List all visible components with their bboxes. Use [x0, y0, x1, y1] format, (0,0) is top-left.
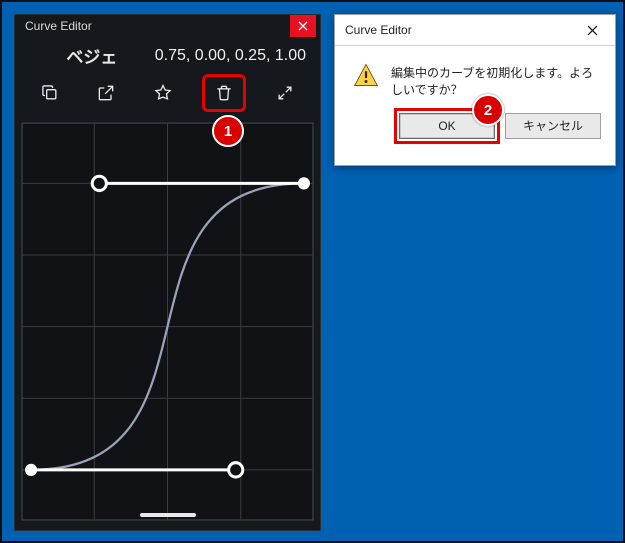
close-icon: [587, 25, 598, 36]
dialog-message: 編集中のカーブを初期化します。よろしいですか？: [391, 62, 599, 99]
dialog-title: Curve Editor: [345, 23, 412, 37]
curve-editor-title: Curve Editor: [25, 19, 92, 33]
expand-icon: [275, 83, 295, 103]
desktop-area: Curve Editor ベジェ 0.75, 0.00, 0.25, 1.00: [0, 0, 625, 543]
annotation-badge-1: 1: [212, 115, 244, 147]
trash-icon: [214, 83, 234, 103]
curve-canvas[interactable]: [21, 122, 314, 521]
copy-button[interactable]: [35, 78, 65, 108]
dialog-cancel-button[interactable]: キャンセル: [505, 113, 601, 139]
curve-graph[interactable]: [21, 122, 314, 521]
panel-drag-handle[interactable]: [140, 513, 196, 517]
expand-button[interactable]: [270, 78, 300, 108]
bezier-parameters: 0.75, 0.00, 0.25, 1.00: [155, 47, 306, 65]
copy-icon: [40, 83, 60, 103]
curve-type-label: ベジェ: [29, 43, 155, 68]
curve-editor-titlebar[interactable]: Curve Editor: [15, 15, 320, 37]
ok-button-label: OK: [438, 119, 455, 133]
reset-button[interactable]: [204, 76, 244, 110]
curve-start-point[interactable]: [25, 464, 37, 476]
favorite-button[interactable]: [148, 78, 178, 108]
cancel-button-label: キャンセル: [523, 117, 583, 134]
popout-button[interactable]: [91, 78, 121, 108]
warning-icon: [353, 62, 379, 88]
close-icon: [298, 21, 308, 31]
curve-editor-toolbar: [15, 70, 320, 118]
curve-header: ベジェ 0.75, 0.00, 0.25, 1.00: [15, 37, 320, 70]
curve-editor-panel: Curve Editor ベジェ 0.75, 0.00, 0.25, 1.00: [14, 14, 321, 531]
curve-end-point[interactable]: [298, 177, 310, 189]
open-external-icon: [96, 83, 116, 103]
curve-control-1[interactable]: [229, 463, 243, 477]
curve-control-2[interactable]: [92, 176, 106, 190]
dialog-titlebar[interactable]: Curve Editor: [335, 15, 615, 46]
annotation-badge-2: 2: [472, 94, 504, 126]
star-icon: [153, 83, 173, 103]
curve-editor-close-button[interactable]: [290, 15, 316, 37]
confirm-dialog: Curve Editor 編集中のカーブを初期化します。よろしいですか？ OK …: [334, 14, 616, 166]
dialog-close-button[interactable]: [575, 18, 609, 42]
